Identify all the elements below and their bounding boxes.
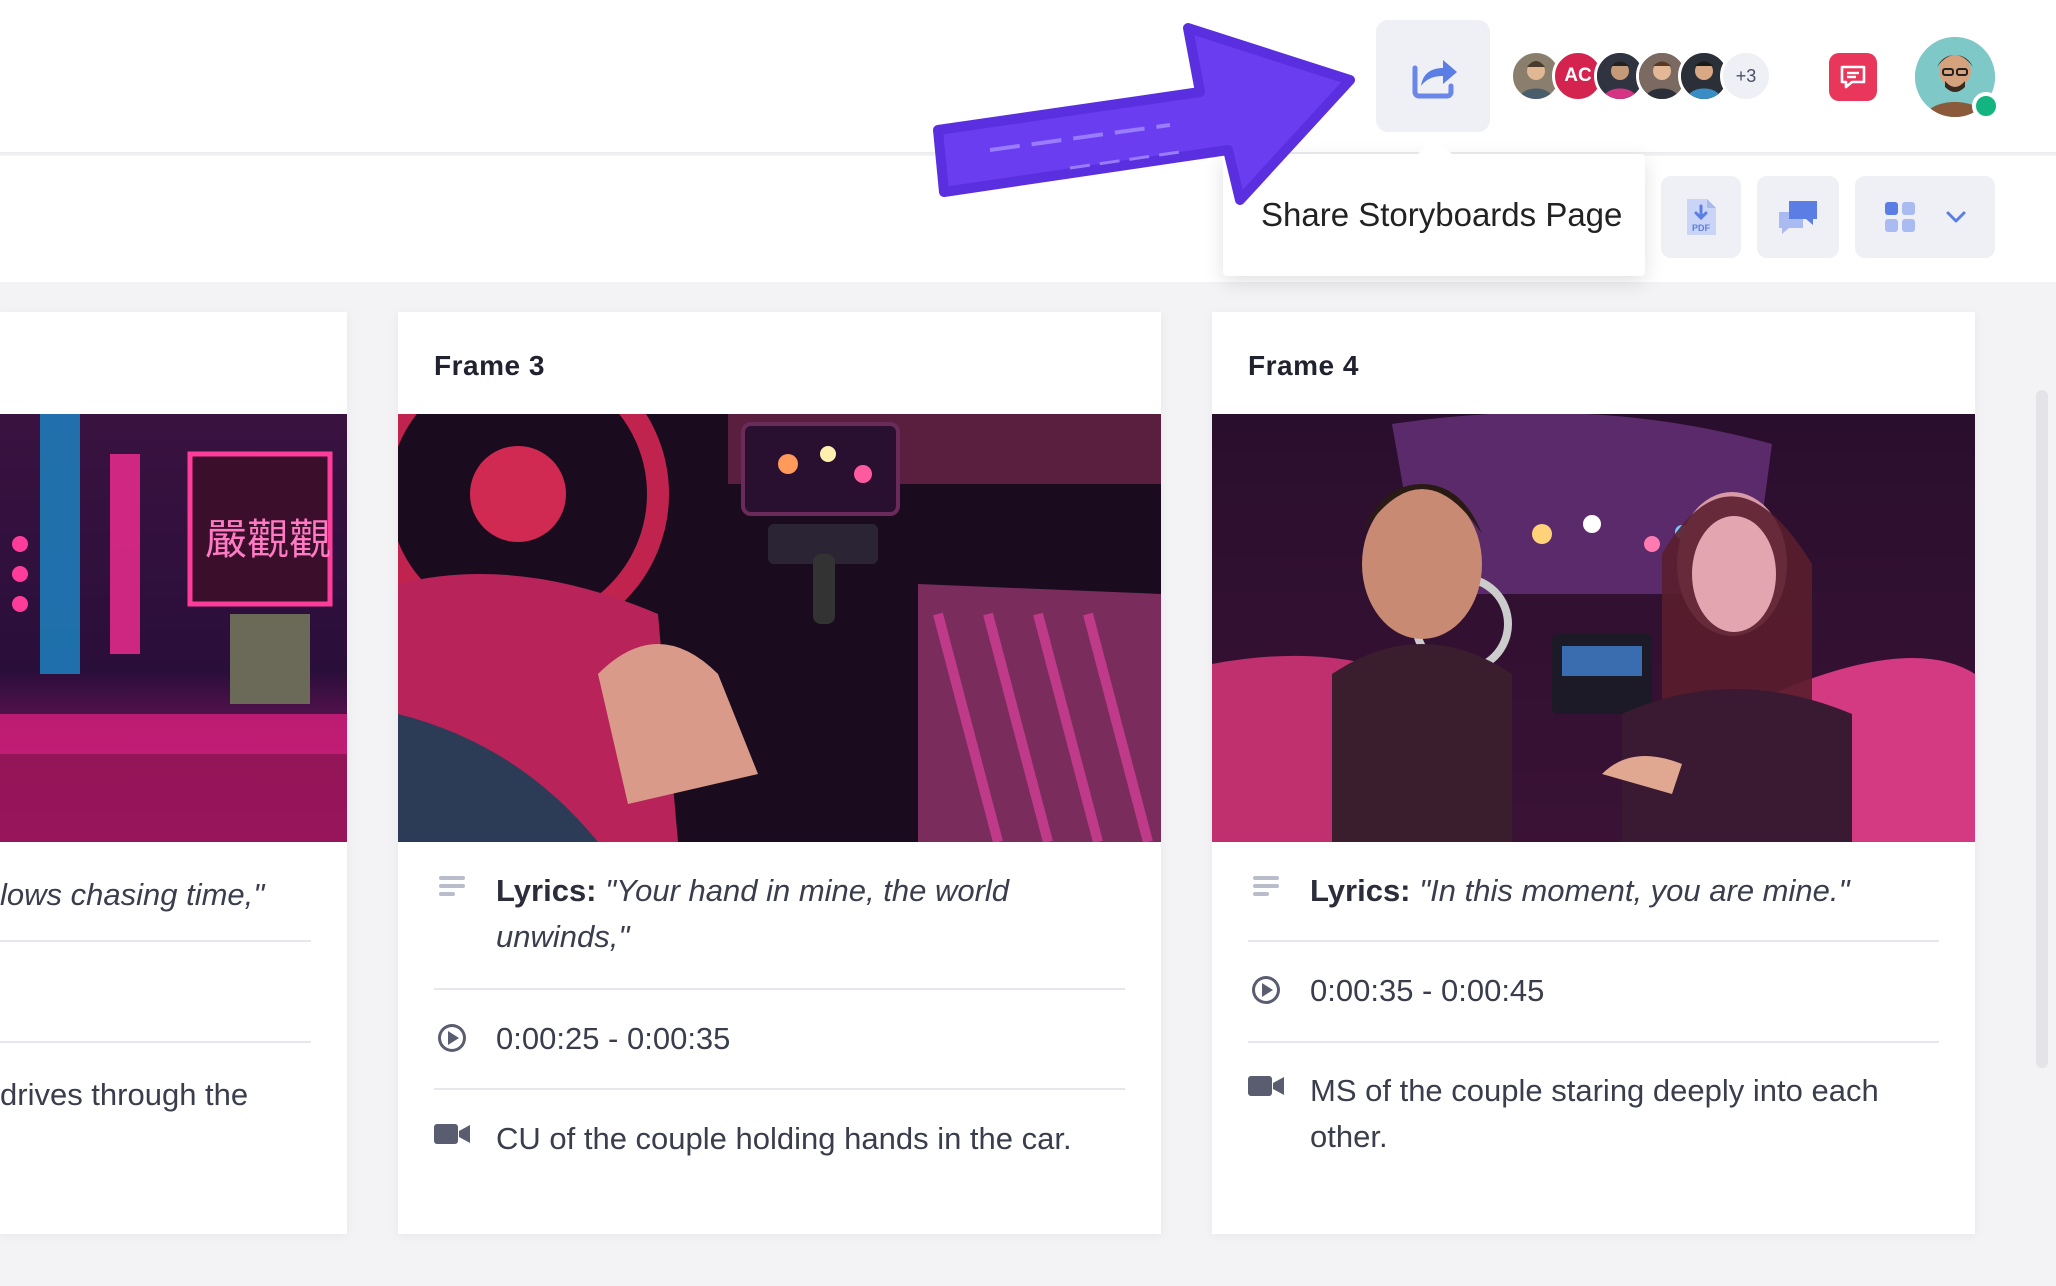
- more-collaborators-badge[interactable]: +3: [1720, 50, 1772, 102]
- divider: [434, 1088, 1125, 1090]
- lyrics-row: Lyrics: "In this moment, you are mine.": [1248, 868, 1939, 914]
- divider: [0, 940, 311, 942]
- lyrics-row: lows chasing time,": [0, 872, 311, 918]
- play-circle-icon: [434, 1022, 470, 1054]
- shot-text: CU of the couple holding hands in the ca…: [496, 1121, 1072, 1156]
- comments-button[interactable]: [1757, 176, 1839, 258]
- lyrics-label: Lyrics:: [1310, 873, 1411, 908]
- grid-layout-icon: [1885, 202, 1915, 232]
- chat-icon: [1840, 65, 1866, 89]
- pdf-download-icon: PDF: [1687, 199, 1716, 235]
- play-circle-icon: [1248, 974, 1284, 1006]
- lyrics-row: Lyrics: "Your hand in mine, the world un…: [434, 868, 1125, 960]
- frame-card: 嚴觀觀 lows chasing time," drives through t…: [0, 312, 347, 1234]
- shot-row: MS of the couple staring deeply into eac…: [1248, 1068, 1939, 1160]
- divider: [434, 988, 1125, 990]
- frame-image[interactable]: [1212, 414, 1975, 842]
- lyrics-content: Lyrics: "In this moment, you are mine.": [1310, 868, 1850, 914]
- frame-title: Frame 4: [1248, 350, 1359, 381]
- divider: [1248, 940, 1939, 942]
- divider: [1248, 1041, 1939, 1043]
- video-camera-icon: [1248, 1074, 1284, 1098]
- share-arrow-icon: [1412, 60, 1457, 99]
- frame-card: Frame 4 Lyrics: "In this moment, you are…: [1212, 312, 1975, 1234]
- divider: [0, 1041, 311, 1043]
- frame-card: Frame 3 Lyrics: "Your hand in mine, the …: [398, 312, 1161, 1234]
- lyrics-text: lows chasing time,": [0, 877, 265, 912]
- text-lines-icon: [1248, 874, 1284, 898]
- share-button[interactable]: [1376, 20, 1490, 132]
- frame-image[interactable]: [398, 414, 1161, 842]
- chat-button[interactable]: [1829, 53, 1877, 101]
- lyrics-content: Lyrics: "Your hand in mine, the world un…: [496, 868, 1125, 960]
- frame-title: Frame 3: [434, 350, 545, 381]
- lyrics-label: Lyrics:: [496, 873, 597, 908]
- frame-image[interactable]: 嚴觀觀: [0, 414, 347, 842]
- download-pdf-button[interactable]: PDF: [1661, 176, 1741, 258]
- svg-text:嚴觀觀: 嚴觀觀: [205, 515, 331, 564]
- collaborator-avatars[interactable]: AC +3: [1510, 50, 1772, 102]
- shot-row: drives through the: [0, 1072, 311, 1118]
- timecode-text: 0:00:35 - 0:00:45: [1310, 973, 1545, 1008]
- text-lines-icon: [434, 874, 470, 898]
- scrollbar[interactable]: [2036, 390, 2048, 1068]
- online-status-indicator: [1972, 92, 2000, 120]
- shot-text: MS of the couple staring deeply into eac…: [1310, 1073, 1879, 1154]
- chevron-down-icon: [1946, 211, 1966, 223]
- timecode-row: 0:00:25 - 0:00:35: [434, 1016, 1125, 1062]
- shot-text: drives through the: [0, 1077, 249, 1112]
- video-camera-icon: [434, 1122, 470, 1146]
- shot-row: CU of the couple holding hands in the ca…: [434, 1116, 1125, 1162]
- timecode-row: 0:00:35 - 0:00:45: [1248, 968, 1939, 1014]
- layout-dropdown-button[interactable]: [1855, 176, 1995, 258]
- comments-icon: [1779, 201, 1817, 234]
- lyrics-text: "In this moment, you are mine.": [1419, 873, 1850, 908]
- svg-text:PDF: PDF: [1692, 223, 1711, 233]
- timecode-text: 0:00:25 - 0:00:35: [496, 1021, 731, 1056]
- annotation-arrow: [933, 23, 1355, 205]
